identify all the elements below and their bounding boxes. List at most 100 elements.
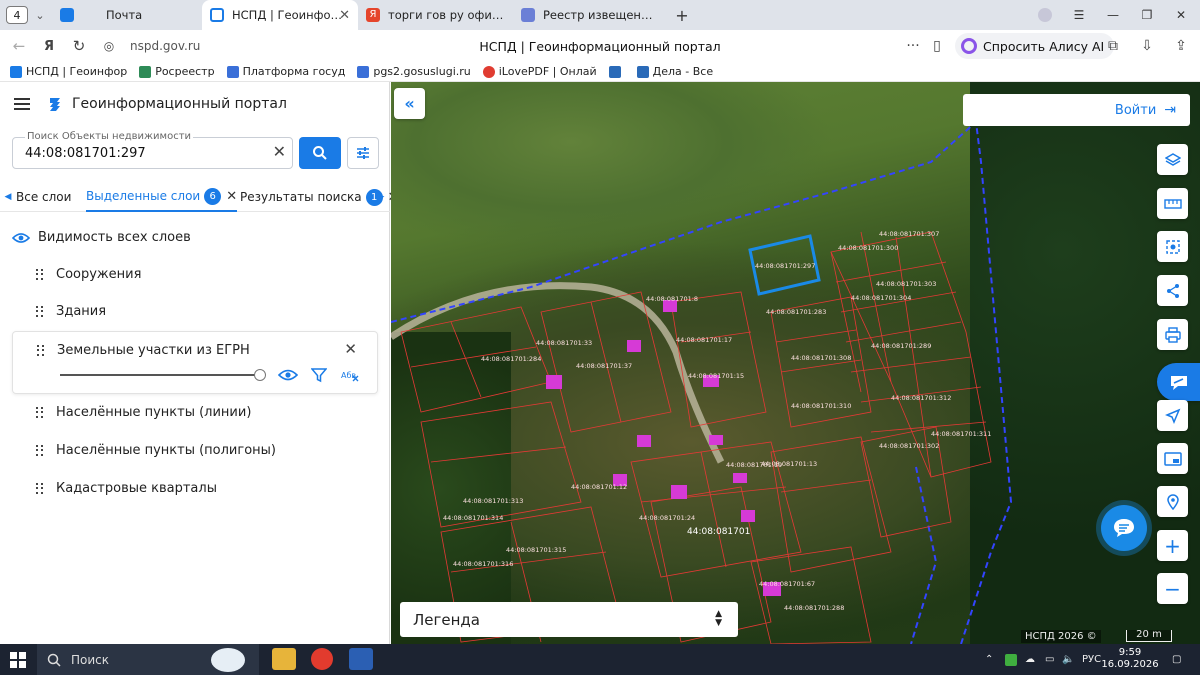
profile-icon[interactable] xyxy=(1028,0,1062,30)
minus-icon: − xyxy=(1164,576,1181,601)
new-tab-button[interactable]: + xyxy=(671,4,693,26)
navigate-button[interactable] xyxy=(1157,400,1188,431)
bookmark-item[interactable]: Платформа госуд xyxy=(226,65,346,78)
tabs-menu-chevron-icon[interactable]: ⌄ xyxy=(28,9,52,22)
drag-handle-icon[interactable] xyxy=(36,406,43,419)
bookmark-item[interactable] xyxy=(608,65,625,78)
yandex-browser-icon[interactable] xyxy=(311,648,333,670)
ask-alice-button[interactable]: Спросить Алису AI xyxy=(955,33,1115,59)
bookmark-item[interactable]: pgs2.gosuslugi.ru xyxy=(357,65,471,78)
tab-torgi[interactable]: Я торги гов ру официальн xyxy=(358,0,513,30)
layer-item[interactable]: Кадастровые кварталы xyxy=(36,481,217,496)
tab-close-icon[interactable]: ✕ xyxy=(339,8,350,23)
drag-handle-icon[interactable] xyxy=(36,305,43,318)
bookmark-label: НСПД | Геоинфор xyxy=(26,65,128,78)
eye-icon[interactable] xyxy=(278,368,298,382)
more-icon[interactable]: ··· xyxy=(900,33,926,59)
back-arrow-icon[interactable]: ← xyxy=(4,31,34,61)
drag-handle-icon[interactable] xyxy=(36,444,43,457)
browser-tab-strip: 4 ⌄ Почта НСПД | Геоинформац ✕ Я торги г… xyxy=(0,0,1200,30)
svg-text:44:08:081701:303: 44:08:081701:303 xyxy=(876,280,936,288)
ask-alice-label: Спросить Алису AI xyxy=(983,38,1105,54)
search-input[interactable]: Поиск Объекты недвижимости 44:08:081701:… xyxy=(12,131,293,169)
share-button[interactable] xyxy=(1157,275,1188,306)
layer-item[interactable]: Населённые пункты (линии) xyxy=(36,405,251,420)
downloads-icon[interactable]: ⇩ xyxy=(1134,33,1160,59)
geolocation-button[interactable] xyxy=(1157,486,1188,517)
minimap-button[interactable] xyxy=(1157,443,1188,474)
restore-icon[interactable]: ❐ xyxy=(1130,0,1164,30)
site-info-icon[interactable]: ◎ xyxy=(94,31,124,61)
start-button[interactable] xyxy=(0,644,36,675)
print-button[interactable] xyxy=(1157,319,1188,350)
tab-selected-layers[interactable]: Выделенные слои 6 ✕ xyxy=(86,182,238,212)
notifications-icon[interactable]: ▢ xyxy=(1172,644,1181,675)
tab-all-layers[interactable]: Все слои xyxy=(16,182,71,212)
close-window-icon[interactable]: ✕ xyxy=(1164,0,1198,30)
file-explorer-icon[interactable] xyxy=(272,648,296,670)
bookmark-item[interactable]: НСПД | Геоинфор xyxy=(10,65,127,78)
yandex-icon: Я xyxy=(366,8,380,22)
drag-handle-icon[interactable] xyxy=(37,344,44,357)
tabs-scroll-right-icon[interactable]: ▶ xyxy=(375,182,387,212)
filter-icon[interactable] xyxy=(311,367,327,383)
legend-toggle[interactable]: Легенда ▲ ▼ xyxy=(400,602,738,637)
emblem-icon xyxy=(521,8,535,22)
volume-icon[interactable]: 🔈 xyxy=(1062,644,1074,675)
share-icon[interactable]: ⇪ xyxy=(1168,33,1194,59)
measure-button[interactable] xyxy=(1157,188,1188,219)
menu-icon[interactable]: ☰ xyxy=(1062,0,1096,30)
zoom-in-button[interactable]: + xyxy=(1157,530,1188,561)
login-button[interactable]: Войти ⇥ xyxy=(963,94,1190,126)
toggle-all-visibility[interactable]: Видимость всех слоев xyxy=(12,230,191,245)
taskbar-clock[interactable]: 9:59 16.09.2026 xyxy=(1100,647,1160,671)
taskbar-search[interactable]: Поиск xyxy=(37,644,259,675)
filter-settings-button[interactable] xyxy=(347,137,379,169)
remove-layer-icon[interactable]: ✕ xyxy=(344,340,357,358)
drag-handle-icon[interactable] xyxy=(36,482,43,495)
tab-nspd[interactable]: НСПД | Геоинформац ✕ xyxy=(202,0,358,30)
layer-item[interactable]: Сооружения xyxy=(36,267,141,282)
zoom-out-button[interactable]: − xyxy=(1157,573,1188,604)
hamburger-menu-icon[interactable] xyxy=(14,98,30,110)
select-area-button[interactable] xyxy=(1157,231,1188,262)
support-chat-button[interactable] xyxy=(1101,505,1147,551)
bookmark-item[interactable]: iLovePDF | Онлай xyxy=(482,65,597,78)
tabs-scroll-left-icon[interactable]: ◀ xyxy=(2,182,14,212)
url-text[interactable]: nspd.gov.ru xyxy=(130,39,200,53)
close-tab-icon[interactable]: ✕ xyxy=(226,189,237,204)
tab-mail[interactable]: Почта xyxy=(52,0,202,30)
map-view[interactable]: 44:08:081701:297 44:08:081701:300 44:08:… xyxy=(391,82,1200,644)
layers-button[interactable] xyxy=(1157,144,1188,175)
bookmark-item[interactable]: Дела - Все xyxy=(636,65,713,78)
tray-chevron-icon[interactable]: ⌃ xyxy=(985,644,993,675)
minimize-icon[interactable]: — xyxy=(1096,0,1130,30)
cloud-icon[interactable]: ☁ xyxy=(1025,644,1035,675)
extensions-icon[interactable]: ⧉ xyxy=(1100,33,1126,59)
legend-label: Легенда xyxy=(413,610,480,629)
opacity-slider-handle[interactable] xyxy=(254,369,266,381)
clear-search-icon[interactable]: ✕ xyxy=(273,142,286,161)
antivirus-icon[interactable] xyxy=(1005,654,1017,666)
drag-handle-icon[interactable] xyxy=(36,268,43,281)
collapse-panel-button[interactable]: « xyxy=(394,88,425,119)
opacity-slider-track[interactable] xyxy=(60,374,260,376)
language-indicator[interactable]: РУС xyxy=(1082,644,1101,675)
bookmark-item[interactable]: Росреестр xyxy=(139,65,215,78)
display-icon[interactable]: ▭ xyxy=(1045,644,1054,675)
layer-item[interactable]: Земельные участки из ЕГРН xyxy=(37,343,250,358)
tab-count-button[interactable]: 4 xyxy=(6,6,28,24)
yandex-home-icon[interactable]: Я xyxy=(34,31,64,61)
panel-title: Геоинформационный портал xyxy=(72,96,287,112)
bookmark-icon[interactable]: ▯ xyxy=(924,33,950,59)
reload-icon[interactable]: ↻ xyxy=(64,31,94,61)
portal-logo-button[interactable] xyxy=(1157,363,1200,401)
tab-registry[interactable]: Реестр извещений xyxy=(513,0,663,30)
layer-item[interactable]: Здания xyxy=(36,304,106,319)
search-button[interactable] xyxy=(299,137,341,169)
word-icon[interactable] xyxy=(349,648,373,670)
layer-tabs: ◀ Все слои Выделенные слои 6 ✕ Результат… xyxy=(0,182,399,212)
labels-off-icon[interactable]: Абв xyxy=(341,368,359,382)
layer-item[interactable]: Населённые пункты (полигоны) xyxy=(36,443,276,458)
bookmark-label: Платформа госуд xyxy=(242,65,346,78)
